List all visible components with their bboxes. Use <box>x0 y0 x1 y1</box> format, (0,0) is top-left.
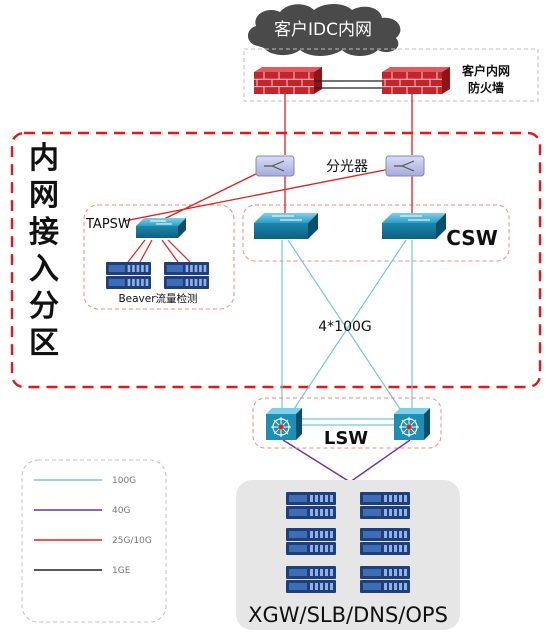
lsw-left-switch-icon <box>266 408 302 440</box>
firewall-left-icon <box>253 66 323 95</box>
splitter-left-icon <box>255 155 295 177</box>
server-area-label: XGW/SLB/DNS/OPS <box>248 603 448 627</box>
tapsw-label: TAPSW <box>85 217 131 232</box>
network-diagram: 客户IDC内网 客户内网 防火墙 内 网 接 入 分 区 分光器 TAPSW B… <box>10 4 542 630</box>
csw-left-switch-icon <box>254 213 318 239</box>
splitter-right-icon <box>385 155 425 177</box>
legend-item-1ge: 1GE <box>34 566 131 576</box>
legend-label-100g: 100G <box>112 476 136 486</box>
customer-idc-cloud: 客户IDC内网 <box>247 4 401 56</box>
legend-item-100g: 100G <box>34 476 136 486</box>
cloud-label: 客户IDC内网 <box>274 20 372 40</box>
link-tapsw-beaver-4 <box>167 239 191 263</box>
zone-title-char-3: 接 <box>29 215 59 250</box>
zone-title-char-2: 网 <box>29 178 59 213</box>
legend-item-40g: 40G <box>34 506 130 516</box>
firewall-right-icon <box>381 66 451 95</box>
csw-label: CSW <box>446 226 498 250</box>
lsw-right-switch-icon <box>394 408 430 440</box>
zone-title-char-4: 入 <box>29 252 59 287</box>
zone-title-char-5: 分 <box>29 289 59 324</box>
zone-title-char-1: 内 <box>29 141 59 176</box>
uplink-label: 4*100G <box>318 319 371 335</box>
zone-title: 内 网 接 入 分 区 <box>29 141 59 361</box>
legend-label-25g-10g: 25G/10G <box>112 536 152 546</box>
legend-item-25g-10g: 25G/10G <box>34 536 152 546</box>
legend-label-1ge: 1GE <box>112 566 131 576</box>
beaver-server-icon <box>106 262 209 289</box>
link-tapsw-beaver-3 <box>161 239 179 263</box>
zone-title-char-6: 区 <box>29 326 59 361</box>
csw-right-switch-icon <box>382 213 446 239</box>
firewall-label-line2: 防火墙 <box>468 80 504 95</box>
legend-label-40g: 40G <box>112 506 130 516</box>
link-splitter-left-tapsw <box>157 167 269 223</box>
firewall-label-line1: 客户内网 <box>461 63 510 78</box>
beaver-label: Beaver流量检测 <box>118 292 197 305</box>
lsw-label: LSW <box>324 428 368 449</box>
tapsw-switch-icon <box>136 218 186 238</box>
splitter-label: 分光器 <box>326 159 368 175</box>
